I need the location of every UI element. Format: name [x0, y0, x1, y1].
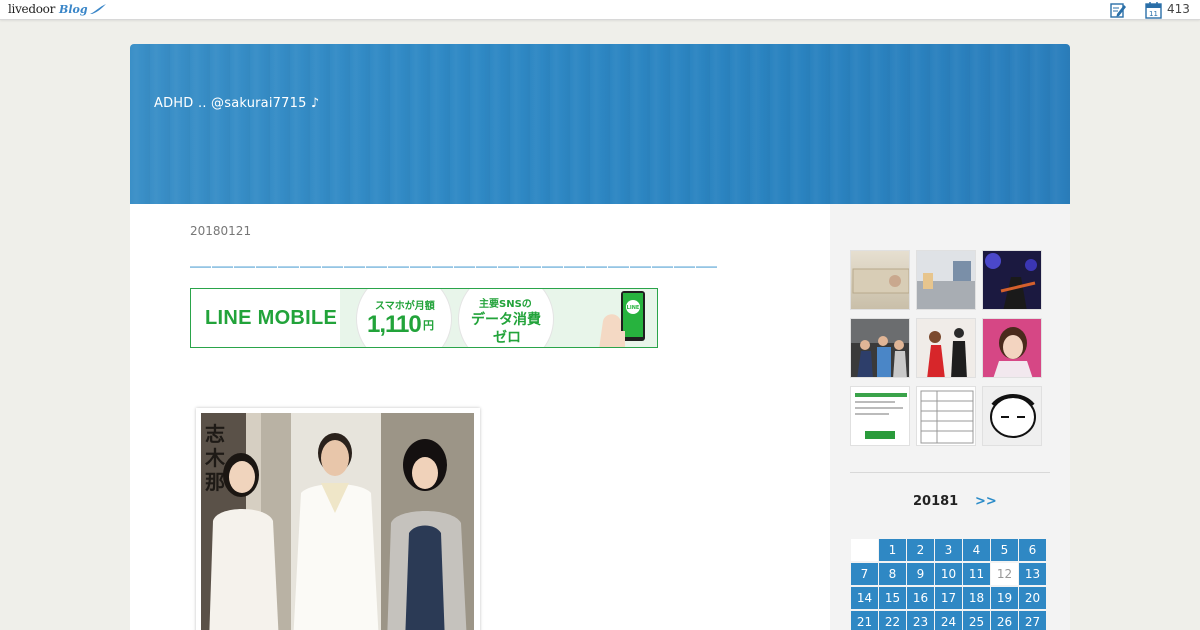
calendar-day-13[interactable]: 13 [1019, 563, 1046, 585]
calendar-day-15[interactable]: 15 [879, 587, 906, 609]
calendar-day-20[interactable]: 20 [1019, 587, 1046, 609]
thumbnail-office-room[interactable] [916, 250, 976, 310]
calendar-day-7[interactable]: 7 [851, 563, 878, 585]
calendar-day-19[interactable]: 19 [991, 587, 1018, 609]
calendar-day-16[interactable]: 16 [907, 587, 934, 609]
blog-title-link[interactable]: ADHD ‥ @sakurai7715 ♪ [154, 96, 319, 111]
main-content: 20180121 ＿＿＿＿＿＿＿＿＿＿＿＿＿＿＿＿＿＿＿＿＿＿＿＿ LINE M… [130, 204, 830, 630]
calendar-icon-day: 11 [1149, 10, 1158, 18]
calendar-day-4[interactable]: 4 [963, 539, 990, 561]
livedoor-blog-logo[interactable]: livedoor Blog [8, 1, 107, 19]
drama-cast-photo: 志 木 那 [201, 413, 474, 630]
calendar-icon[interactable]: 11 [1145, 1, 1162, 19]
calendar-day-6[interactable]: 6 [1019, 539, 1046, 561]
post-photo[interactable]: 志 木 那 [201, 413, 474, 630]
photo-sign-char-2: 木 [204, 446, 226, 470]
sidebar-divider [850, 472, 1050, 473]
top-bar: livedoor Blog 11 413 [0, 0, 1200, 20]
ad-sns-label: 主要SNSの [479, 299, 532, 310]
post-count: 413 [1167, 2, 1190, 16]
photo-sign-char-3: 那 [205, 470, 225, 494]
thumbnail-woman-portrait[interactable] [982, 318, 1042, 378]
calendar-day-17[interactable]: 17 [935, 587, 962, 609]
calendar-day-5[interactable]: 5 [991, 539, 1018, 561]
calendar-day-21[interactable]: 21 [851, 611, 878, 630]
calendar-day-27[interactable]: 27 [1019, 611, 1046, 630]
logo-livedoor-text: livedoor [8, 2, 56, 16]
ad-brand-logo: LINE MOBILE [205, 307, 338, 329]
ad-zero-label: ゼロ [493, 330, 521, 346]
thumbnail-live-concert[interactable] [982, 250, 1042, 310]
calendar-day-26[interactable]: 26 [991, 611, 1018, 630]
calendar-day-25[interactable]: 25 [963, 611, 990, 630]
calendar-day-22[interactable]: 22 [879, 611, 906, 630]
calendar-day-1[interactable]: 1 [879, 539, 906, 561]
ad-data-label: データ消費 [471, 312, 541, 328]
thumbnail-web-form[interactable] [850, 386, 910, 446]
ad-price: 1,110 [367, 311, 422, 338]
phone-icon: LINE [599, 291, 645, 347]
calendar-day-24[interactable]: 24 [935, 611, 962, 630]
feather-icon [89, 4, 106, 14]
thumbnail-group-photo[interactable] [850, 318, 910, 378]
ad-yen: 円 [423, 319, 434, 332]
calendar-day-10[interactable]: 10 [935, 563, 962, 585]
calendar-day-2[interactable]: 2 [907, 539, 934, 561]
thumbnail-yen-banknotes[interactable] [850, 250, 910, 310]
sidebar: 20181 >> 1 2 3 4 5 6 7 8 9 10 11 12 13 14 15 16 17 18 19 20… [830, 204, 1070, 630]
calendar-month-label: 20181 [913, 494, 959, 509]
blog-header: ADHD ‥ @sakurai7715 ♪ [130, 44, 1070, 204]
ad-monthly-label: スマホが月額 [375, 301, 435, 312]
post-title-link[interactable]: ＿＿＿＿＿＿＿＿＿＿＿＿＿＿＿＿＿＿＿＿＿＿＿＿ [190, 242, 718, 272]
photo-sign-char-1: 志 [205, 422, 225, 446]
calendar-blank-cell [851, 539, 878, 561]
calendar-day-23[interactable]: 23 [907, 611, 934, 630]
post-date: 20180121 [190, 224, 252, 238]
calendar-next-link[interactable]: >> [975, 494, 997, 509]
calendar-day-18[interactable]: 18 [963, 587, 990, 609]
calendar-day-11[interactable]: 11 [963, 563, 990, 585]
calendar-day-14[interactable]: 14 [851, 587, 878, 609]
calendar-day-12[interactable]: 12 [991, 563, 1018, 585]
calendar-day-8[interactable]: 8 [879, 563, 906, 585]
calendar-day-9[interactable]: 9 [907, 563, 934, 585]
phone-line-label: LINE [627, 305, 640, 311]
calendar-day-3[interactable]: 3 [935, 539, 962, 561]
post-photo-frame: 志 木 那 [196, 408, 480, 630]
thumbnail-dancer-red[interactable] [916, 318, 976, 378]
edit-post-icon[interactable] [1109, 1, 1127, 19]
logo-blog-text: Blog [59, 3, 88, 16]
thumbnail-manga-panel[interactable] [982, 386, 1042, 446]
line-mobile-ad-banner[interactable]: LINE MOBILE スマホが月額 1,110 円 主要SNSの データ消費 … [190, 288, 658, 348]
thumbnail-table-document[interactable] [916, 386, 976, 446]
